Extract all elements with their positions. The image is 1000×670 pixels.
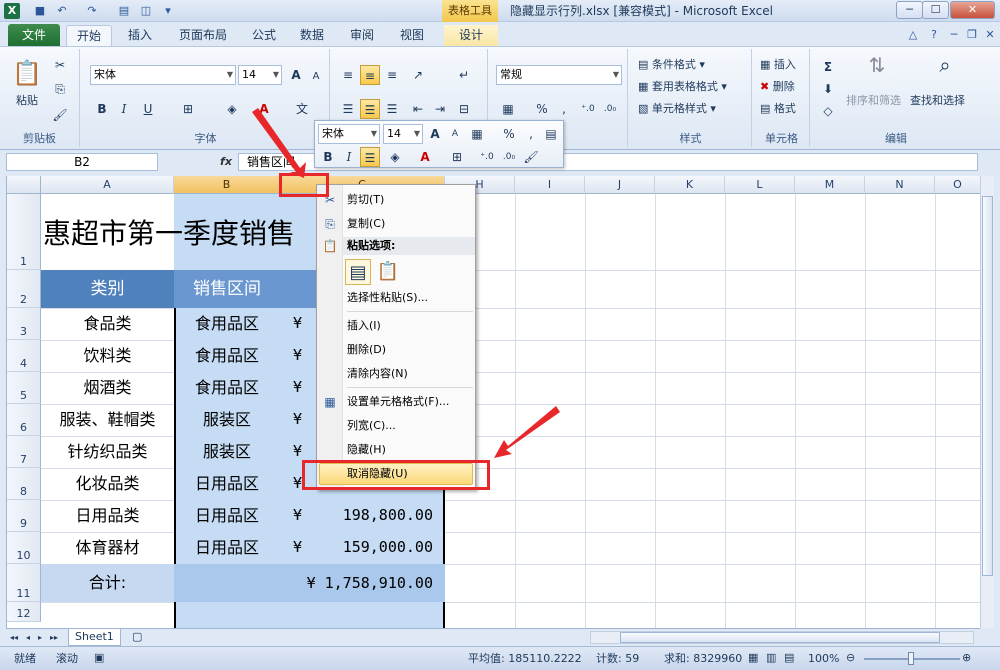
vertical-scrollbar[interactable] (980, 176, 994, 628)
normal-view-icon[interactable]: ▦ (748, 650, 758, 666)
status-average: 平均值: 185110.2222 (468, 652, 582, 665)
status-bar: 就绪 滚动 ▣ 平均值: 185110.2222 计数: 59 求和: 8329… (0, 646, 1000, 670)
status-sum: 求和: 8329960 (664, 652, 743, 665)
arrow-to-unhide-icon (494, 406, 560, 458)
arrow-to-column-icon (252, 108, 306, 178)
annotation-arrows (252, 108, 560, 458)
zoom-slider-thumb[interactable] (908, 652, 914, 665)
macro-record-icon[interactable]: ▣ (94, 650, 104, 666)
page-break-view-icon[interactable]: ▤ (784, 650, 794, 666)
sheet-nav-last[interactable]: ▸▸ (50, 630, 58, 646)
sheet-tab-sheet1[interactable]: Sheet1 (68, 629, 121, 646)
new-sheet-icon[interactable]: ▢ (132, 629, 142, 645)
status-count: 计数: 59 (596, 652, 640, 665)
status-scroll-lock: 滚动 (56, 652, 78, 665)
status-mode: 就绪 (14, 652, 36, 665)
sheet-tab-bar: ◂◂ ◂ ▸ ▸▸ Sheet1 ▢ (6, 628, 980, 646)
zoom-in-icon[interactable]: ⊕ (962, 650, 971, 666)
sheet-nav-first[interactable]: ◂◂ (10, 630, 18, 646)
vertical-scroll-thumb[interactable] (982, 196, 993, 576)
sheet-nav-prev[interactable]: ◂ (26, 630, 30, 646)
sheet-nav-next[interactable]: ▸ (38, 630, 42, 646)
status-zoom-level[interactable]: 100% (808, 651, 839, 667)
horizontal-scroll-thumb[interactable] (620, 632, 940, 643)
zoom-out-icon[interactable]: ⊖ (846, 650, 855, 666)
excel-window: X ■ ↶ ↷ ▤ ◫ ▾ 表格工具 隐藏显示行列.xlsx [兼容模式] - … (0, 0, 1000, 670)
page-layout-view-icon[interactable]: ▥ (766, 650, 776, 666)
